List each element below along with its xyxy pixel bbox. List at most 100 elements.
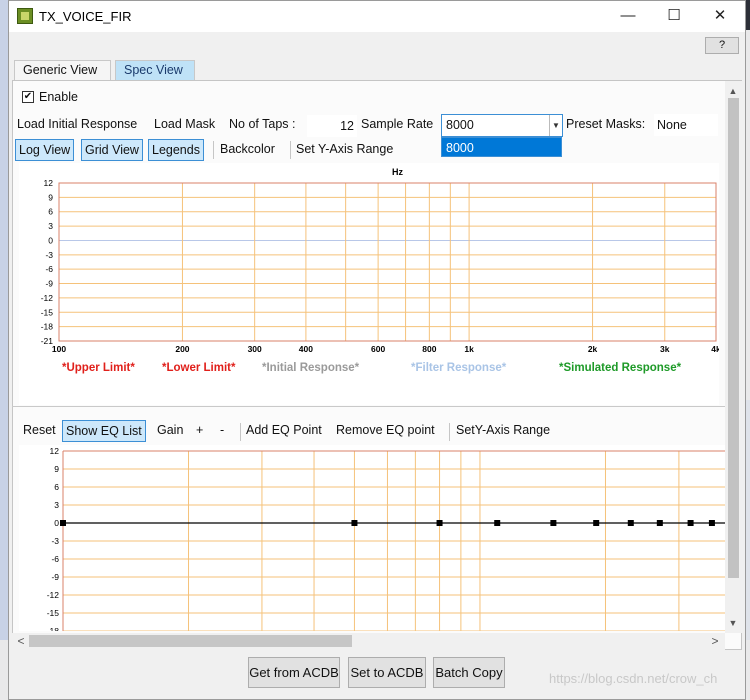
y-tick-label: 0 bbox=[48, 235, 53, 245]
watermark-text: https://blog.csdn.net/crow_ch bbox=[549, 671, 718, 686]
sample-rate-option[interactable]: 8000 bbox=[441, 137, 562, 157]
eq-point-marker bbox=[494, 520, 501, 526]
get-from-acdb-button[interactable]: Get from ACDB bbox=[248, 657, 340, 688]
frequency-response-chart: Hz129630-3-6-9-12-15-18-21100 200 300 400 60… bbox=[41, 167, 721, 374]
reset-button[interactable]: Reset bbox=[20, 420, 59, 442]
x-tick-label: 3k bbox=[660, 344, 670, 354]
eq-point-marker bbox=[708, 520, 715, 526]
x-tick-label: 4k bbox=[711, 344, 719, 354]
remove-eq-point-button[interactable]: Remove EQ point bbox=[333, 420, 438, 442]
eq-point-marker bbox=[627, 520, 634, 526]
x-tick-label: 300 bbox=[248, 344, 262, 354]
eq-point-marker bbox=[60, 520, 66, 526]
eq-point-marker bbox=[351, 520, 358, 526]
gain-plus-button[interactable]: + bbox=[193, 420, 206, 442]
y-tick-label: -3 bbox=[51, 536, 59, 546]
legend-entry: *Upper Limit* bbox=[62, 362, 135, 374]
scroll-left-icon[interactable]: < bbox=[13, 633, 29, 649]
backcolor-button[interactable]: Backcolor bbox=[217, 139, 278, 161]
batch-copy-button[interactable]: Batch Copy bbox=[433, 657, 505, 688]
toolbar-separator bbox=[213, 141, 214, 159]
set-y-axis-range-button[interactable]: Set Y-Axis Range bbox=[293, 139, 396, 161]
y-tick-label: -6 bbox=[45, 264, 53, 274]
app-icon bbox=[17, 8, 33, 24]
y-tick-label: 3 bbox=[54, 500, 59, 510]
y-tick-label: -9 bbox=[51, 572, 59, 582]
eq-set-y-axis-range-button[interactable]: SetY-Axis Range bbox=[453, 420, 553, 442]
section-divider bbox=[12, 406, 728, 407]
add-eq-point-button[interactable]: Add EQ Point bbox=[243, 420, 325, 442]
chart-title: Hz bbox=[392, 167, 403, 177]
sample-rate-label: Sample Rate bbox=[361, 117, 434, 131]
y-tick-label: 0 bbox=[54, 518, 59, 528]
toolbar-separator bbox=[290, 141, 291, 159]
sample-rate-select[interactable]: 8000 bbox=[441, 114, 563, 137]
y-tick-label: 6 bbox=[48, 207, 53, 217]
eq-point-marker bbox=[550, 520, 557, 526]
x-tick-label: 1k bbox=[464, 344, 474, 354]
eq-chart-area: 12 9 6 3 0 -3 -6 -9 -12 -15 -18 bbox=[19, 445, 734, 636]
preset-masks-select[interactable]: None bbox=[654, 114, 718, 136]
y-tick-label: -12 bbox=[41, 293, 54, 303]
x-tick-label: 2k bbox=[588, 344, 598, 354]
y-tick-label: -9 bbox=[45, 279, 53, 289]
toolbar-separator bbox=[240, 423, 241, 441]
y-tick-label: 3 bbox=[48, 221, 53, 231]
maximize-icon[interactable]: ☐ bbox=[651, 1, 697, 32]
minimize-icon[interactable]: — bbox=[605, 1, 651, 32]
x-tick-label: 600 bbox=[371, 344, 385, 354]
y-tick-label: -3 bbox=[45, 250, 53, 260]
y-tick-label: 6 bbox=[54, 482, 59, 492]
y-tick-label: 12 bbox=[44, 178, 54, 188]
horizontal-scroll-thumb[interactable] bbox=[29, 635, 352, 647]
help-button[interactable]: ? bbox=[705, 37, 739, 54]
set-to-acdb-button[interactable]: Set to ACDB bbox=[348, 657, 426, 688]
y-tick-label: 9 bbox=[54, 464, 59, 474]
no-of-taps-label: No of Taps : bbox=[229, 117, 296, 131]
enable-checkbox[interactable]: ✔ bbox=[22, 91, 34, 103]
tab-generic-view[interactable]: Generic View bbox=[14, 60, 111, 80]
y-tick-label: -6 bbox=[51, 554, 59, 564]
load-initial-response-button[interactable]: Load Initial Response bbox=[14, 114, 140, 136]
plot-frame bbox=[58, 182, 717, 342]
legend-entry: *Filter Response* bbox=[411, 362, 507, 374]
eq-point-marker bbox=[656, 520, 663, 526]
grid-view-button[interactable]: Grid View bbox=[81, 139, 143, 161]
y-tick-label: 9 bbox=[48, 192, 53, 202]
legend-entry: *Initial Response* bbox=[262, 362, 360, 374]
y-tick-label: -15 bbox=[47, 608, 60, 618]
gain-minus-button[interactable]: - bbox=[217, 420, 227, 442]
load-mask-button[interactable]: Load Mask bbox=[151, 114, 218, 136]
scroll-up-icon[interactable]: ▲ bbox=[725, 83, 741, 99]
no-of-taps-field[interactable]: 12 bbox=[307, 115, 357, 137]
y-tick-label: -18 bbox=[47, 626, 60, 631]
chevron-down-icon[interactable]: ▼ bbox=[549, 115, 562, 136]
main-window: TX_VOICE_FIR — ☐ ✕ ? Generic View Spec V… bbox=[8, 0, 746, 700]
toolbar-separator bbox=[449, 423, 450, 441]
vertical-scroll-thumb[interactable] bbox=[728, 98, 739, 578]
y-tick-label: 12 bbox=[50, 446, 60, 456]
frequency-response-chart-area: Hz 12 9 6 3 0 -3 -6 -9 -12 -15 -18 -21 100 200 300 400 60… bbox=[19, 163, 721, 405]
close-icon[interactable]: ✕ bbox=[697, 1, 743, 32]
legends-button[interactable]: Legends bbox=[148, 139, 204, 161]
y-tick-label: -12 bbox=[47, 590, 60, 600]
y-tick-label: -15 bbox=[41, 307, 54, 317]
x-tick-label: 100 bbox=[52, 344, 66, 354]
legend-entry: *Simulated Response* bbox=[559, 362, 682, 374]
scroll-right-icon[interactable]: > bbox=[707, 633, 723, 649]
show-eq-list-button[interactable]: Show EQ List bbox=[62, 420, 146, 442]
window-title: TX_VOICE_FIR bbox=[39, 9, 132, 24]
y-tick-label: -18 bbox=[41, 322, 54, 332]
tab-spec-view[interactable]: Spec View bbox=[115, 60, 195, 80]
eq-point-marker bbox=[436, 520, 443, 526]
eq-point-marker bbox=[687, 520, 694, 526]
x-tick-label: 800 bbox=[422, 344, 436, 354]
log-view-button[interactable]: Log View bbox=[15, 139, 75, 161]
eq-point-marker bbox=[593, 520, 600, 526]
enable-label: Enable bbox=[39, 90, 78, 104]
x-tick-label: 200 bbox=[175, 344, 189, 354]
gain-label: Gain bbox=[157, 423, 184, 437]
scroll-down-icon[interactable]: ▼ bbox=[725, 615, 741, 631]
legend-entry: *Lower Limit* bbox=[162, 362, 236, 374]
x-tick-label: 400 bbox=[299, 344, 313, 354]
